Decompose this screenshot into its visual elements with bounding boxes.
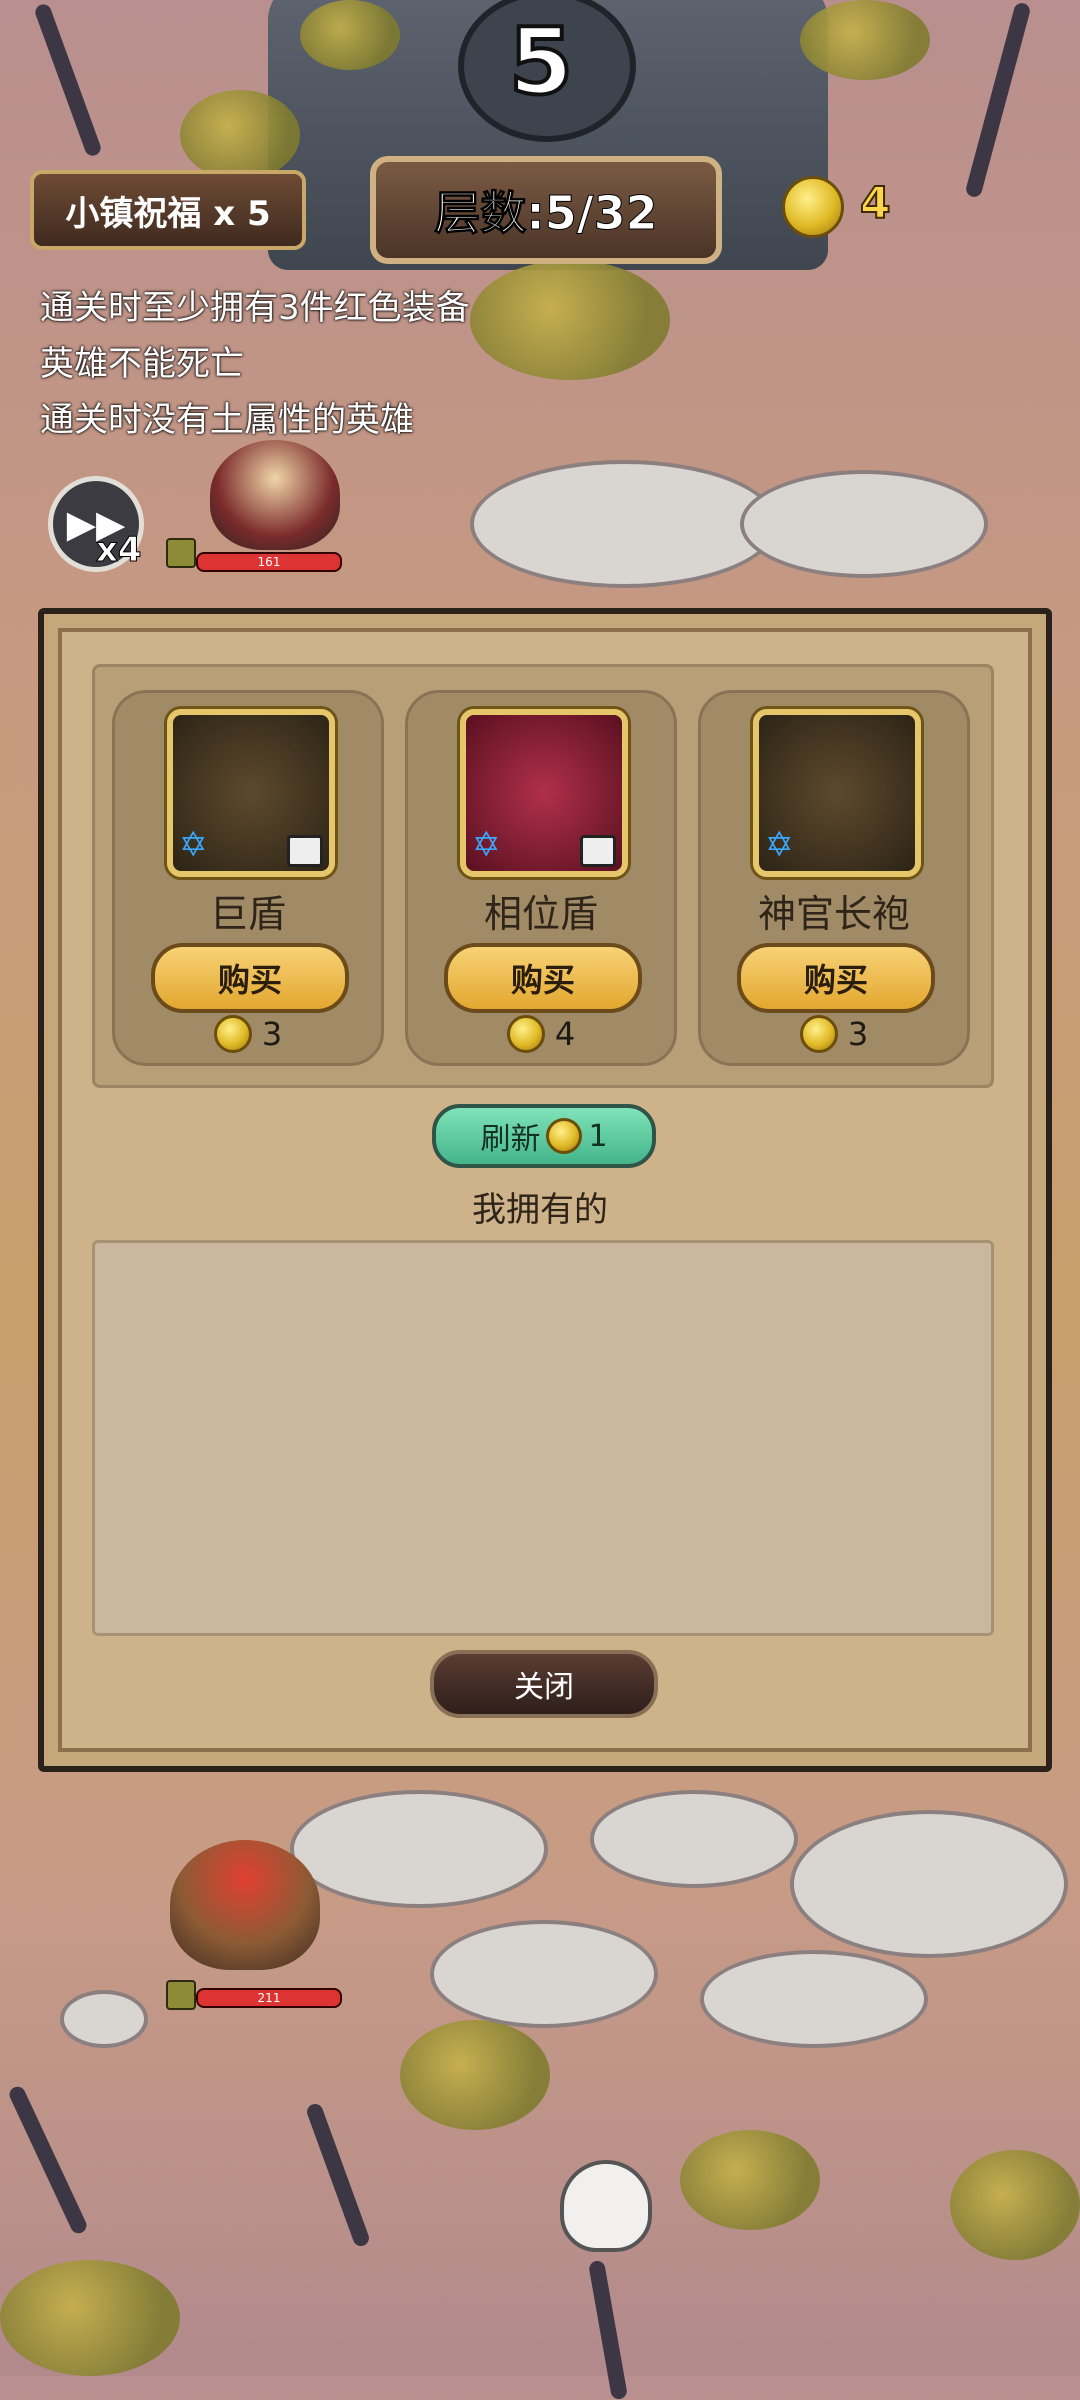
- phase-shield-icon: ✡: [460, 709, 628, 877]
- refresh-label: 刷新: [480, 1122, 541, 1157]
- shop-item-card[interactable]: ✡ 相位盾 购买 4: [405, 690, 677, 1066]
- shield-icon: ✡: [167, 709, 335, 877]
- bush-decor: [680, 2130, 820, 2230]
- gold-coin-icon: [782, 176, 844, 238]
- bush-decor: [400, 2020, 550, 2130]
- rock-decor: [60, 1990, 148, 2048]
- refresh-button[interactable]: 刷新 1: [432, 1104, 656, 1168]
- lock-icon: [287, 835, 323, 867]
- star-rank-icon: ✡: [179, 825, 208, 865]
- skull-icon: [560, 2160, 652, 2252]
- rock-decor: [430, 1920, 658, 2028]
- rock-decor: [290, 1790, 548, 1908]
- owned-items-heading: 我拥有的: [472, 1190, 608, 1230]
- bush-decor: [300, 0, 400, 70]
- hero-2-sprite[interactable]: [170, 1840, 320, 1970]
- rock-decor: [470, 460, 778, 588]
- star-rank-icon: ✡: [472, 825, 501, 865]
- lock-icon: [580, 835, 616, 867]
- bush-decor: [800, 0, 930, 80]
- price-value: 3: [847, 1015, 869, 1053]
- bush-decor: [950, 2150, 1080, 2260]
- earth-element-icon: [166, 1980, 196, 2010]
- item-name: 相位盾: [483, 892, 598, 936]
- rock-decor: [790, 1810, 1068, 1958]
- stick-decor: [6, 2084, 90, 2236]
- blessing-badge[interactable]: 小镇祝福 x 5: [30, 170, 306, 250]
- shop-item-card[interactable]: ✡ 巨盾 购买 3: [112, 690, 384, 1066]
- gold-count: 4: [859, 177, 892, 230]
- item-price: 3: [115, 1015, 381, 1053]
- gold-coin-icon: [546, 1118, 583, 1154]
- owned-items-area: [92, 1240, 994, 1636]
- bush-decor: [180, 90, 300, 180]
- gold-coin-icon: [506, 1015, 545, 1053]
- close-button[interactable]: 关闭: [430, 1650, 658, 1718]
- stick-decor: [587, 2259, 629, 2400]
- speed-multiplier: x4: [96, 530, 143, 571]
- level-number: 5: [507, 6, 575, 117]
- refresh-cost: 1: [588, 1118, 608, 1154]
- hero-1-hp-bar: 161: [196, 552, 342, 572]
- bush-decor: [0, 2260, 180, 2376]
- gold-coin-icon: [213, 1015, 252, 1053]
- condition-text: 通关时没有土属性的英雄: [40, 400, 414, 440]
- stick-decor: [964, 1, 1032, 199]
- rock-decor: [590, 1790, 798, 1888]
- buy-button[interactable]: 购买: [737, 943, 935, 1013]
- gold-coin-icon: [799, 1015, 838, 1053]
- stick-decor: [304, 2101, 372, 2249]
- condition-text: 通关时至少拥有3件红色装备: [40, 288, 470, 328]
- buy-button[interactable]: 购买: [151, 943, 349, 1013]
- buy-button[interactable]: 购买: [444, 943, 642, 1013]
- bush-decor: [470, 260, 670, 380]
- rock-decor: [700, 1950, 928, 2048]
- item-price: 3: [701, 1015, 967, 1053]
- item-price: 4: [408, 1015, 674, 1053]
- stick-decor: [33, 2, 103, 158]
- hero-1-sprite[interactable]: [210, 440, 340, 550]
- price-value: 4: [554, 1015, 576, 1053]
- item-name: 神官长袍: [757, 892, 910, 936]
- shop-item-card[interactable]: ✡ 神官长袍 购买 3: [698, 690, 970, 1066]
- hero-2-hp-bar: 211: [196, 1988, 342, 2008]
- earth-element-icon: [166, 538, 196, 568]
- condition-text: 英雄不能死亡: [40, 344, 244, 384]
- item-name: 巨盾: [209, 892, 286, 936]
- priest-robe-icon: ✡: [753, 709, 921, 877]
- price-value: 3: [261, 1015, 283, 1053]
- star-rank-icon: ✡: [765, 825, 794, 865]
- rock-decor: [740, 470, 988, 578]
- floor-indicator: 层数:5/32: [370, 156, 722, 264]
- stage-conditions: 通关时至少拥有3件红色装备 英雄不能死亡 通关时没有土属性的英雄: [40, 280, 470, 448]
